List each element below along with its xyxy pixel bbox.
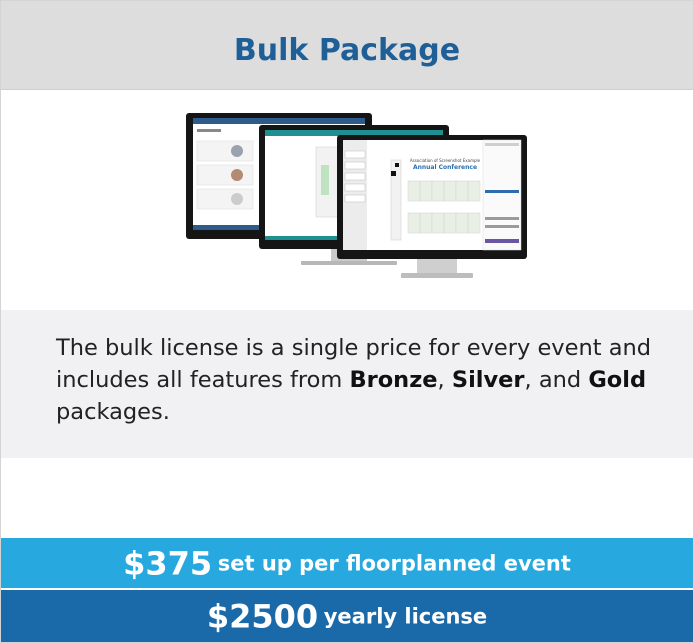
setup-price-amount: $375	[123, 544, 213, 583]
screen-text-line1: Association of Screenshot Example	[410, 158, 481, 163]
package-card: Bulk Package Association of Screenshot E…	[0, 0, 694, 643]
silver-package: Silver	[451, 367, 525, 393]
setup-price-label: set up per floorplanned event	[217, 551, 571, 576]
yearly-price-banner: $2500 yearly license	[1, 590, 693, 642]
bronze-package: Bronze	[349, 367, 438, 393]
gold-package: Gold	[588, 367, 647, 393]
product-screens-image: Association of Screenshot Example Annual…	[186, 113, 527, 278]
package-description: The bulk license is a single price for e…	[56, 335, 652, 425]
yearly-price-label: yearly license	[323, 604, 488, 629]
package-description-panel: The bulk license is a single price for e…	[1, 310, 693, 458]
yearly-price-amount: $2500	[206, 597, 319, 636]
setup-price-banner: $375 set up per floorplanned event	[1, 538, 693, 590]
package-title: Bulk Package	[233, 33, 461, 68]
screen-text-line2: Annual Conference	[413, 164, 477, 171]
card-header: Bulk Package	[1, 1, 693, 90]
monitor-front: Association of Screenshot Example Annual…	[337, 135, 527, 278]
